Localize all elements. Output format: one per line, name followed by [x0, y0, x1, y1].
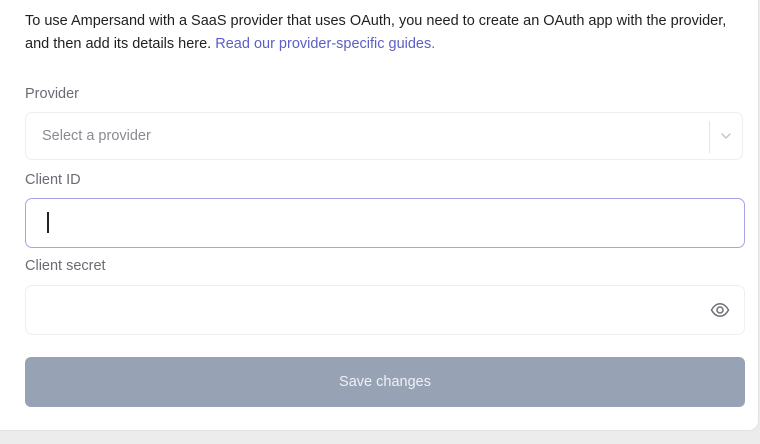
save-changes-button[interactable]: Save changes — [25, 357, 745, 407]
provider-select[interactable]: Select a provider — [25, 112, 743, 160]
chevron-down-icon[interactable] — [719, 129, 733, 143]
intro-text: To use Ampersand with a SaaS provider th… — [25, 10, 735, 56]
select-divider — [709, 121, 710, 153]
client-secret-input[interactable] — [25, 285, 745, 335]
client-secret-label: Client secret — [25, 258, 106, 274]
eye-icon[interactable] — [710, 301, 730, 319]
text-cursor — [47, 212, 49, 233]
client-id-input[interactable] — [25, 198, 745, 248]
oauth-settings-card: To use Ampersand with a SaaS provider th… — [0, 0, 759, 431]
provider-label: Provider — [25, 86, 79, 102]
client-id-label: Client ID — [25, 172, 81, 188]
provider-guides-link[interactable]: Read our provider-specific guides. — [215, 36, 435, 52]
provider-select-placeholder: Select a provider — [42, 128, 151, 144]
